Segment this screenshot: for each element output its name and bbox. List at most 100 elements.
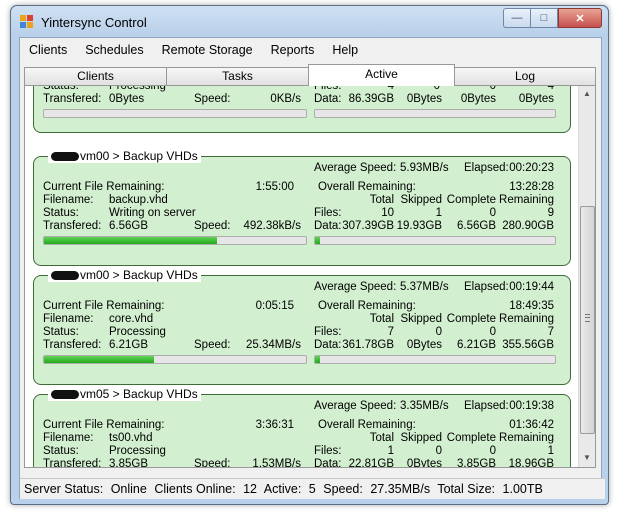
data-skipped: 0Bytes — [406, 93, 442, 105]
speed-value: 27.35MB/s — [370, 482, 431, 496]
avg-speed-value: 5.93MB/s — [400, 162, 449, 174]
status-label: Status: — [43, 445, 79, 457]
overall-remaining-value: 13:28:28 — [509, 181, 554, 193]
redacted-client-name — [51, 152, 79, 162]
app-window: Yintersync Control — □ ✕ Clients Schedul… — [10, 5, 609, 505]
col-complete: Complete — [446, 432, 496, 444]
active-jobs-panel: Status: Processing Transfered: 0Bytes Sp… — [24, 85, 596, 468]
vertical-scrollbar[interactable]: ▲ ▼ — [578, 86, 595, 467]
filename-label: Filename: — [43, 194, 94, 206]
window-title: Yintersync Control — [41, 15, 147, 30]
overall-progress-bar — [314, 236, 556, 245]
status-label: Status: — [43, 326, 79, 338]
speed-value: 25.34MB/s — [246, 339, 301, 351]
col-remaining: Remaining — [499, 313, 554, 325]
file-progress-fill — [44, 356, 155, 363]
tab-tasks[interactable]: Tasks — [166, 67, 309, 85]
speed-label: Speed: — [194, 458, 231, 468]
app-icon — [20, 15, 34, 29]
tab-log[interactable]: Log — [454, 67, 596, 85]
overall-remaining-label: Overall Remaining: — [318, 181, 416, 193]
files-complete: 0 — [489, 445, 496, 457]
data-complete: 6.56GB — [457, 220, 496, 232]
data-remaining: 0Bytes — [518, 93, 554, 105]
current-file-remaining-label: Current File Remaining: — [43, 300, 165, 312]
filename-label: Filename: — [43, 313, 94, 325]
status-label: Status: — [43, 207, 79, 219]
data-skipped: 0Bytes — [406, 339, 442, 351]
data-complete: 3.85GB — [457, 458, 496, 468]
col-skipped: Skipped — [400, 313, 442, 325]
overall-progress-fill — [315, 356, 320, 363]
files-label: Files: — [314, 326, 342, 338]
menu-schedules[interactable]: Schedules — [76, 38, 152, 62]
server-status-label: Server Status: — [24, 482, 104, 496]
status-bar: Server Status: Online Clients Online: 12… — [20, 478, 605, 499]
files-skipped: 0 — [435, 326, 442, 338]
menu-clients[interactable]: Clients — [20, 38, 76, 62]
data-complete: 6.21GB — [457, 339, 496, 351]
scroll-up-icon[interactable]: ▲ — [580, 86, 594, 102]
transfered-label: Transfered: — [43, 339, 102, 351]
speed-label: Speed: — [323, 482, 363, 496]
files-label: Files: — [314, 445, 342, 457]
minimize-button[interactable]: — — [503, 8, 530, 28]
transfered-value: 6.21GB — [109, 339, 148, 351]
close-icon: ✕ — [575, 12, 585, 25]
data-total: 307.39GB — [342, 220, 394, 232]
transfered-label: Transfered: — [43, 220, 102, 232]
col-total: Total — [369, 194, 394, 206]
data-remaining: 355.56GB — [502, 339, 554, 351]
overall-remaining-label: Overall Remaining: — [318, 300, 416, 312]
files-remaining: 9 — [547, 207, 554, 219]
data-total: 86.39GB — [348, 93, 394, 105]
data-skipped: 0Bytes — [406, 458, 442, 468]
col-skipped: Skipped — [400, 194, 442, 206]
maximize-button[interactable]: □ — [530, 8, 558, 28]
scrollbar-thumb[interactable] — [580, 206, 595, 434]
job-group: vm00 > Backup VHDs Average Speed: 5.93MB… — [33, 149, 571, 266]
maximize-icon: □ — [540, 12, 548, 24]
server-status-value: Online — [110, 482, 147, 496]
menu-help[interactable]: Help — [323, 38, 367, 62]
current-file-remaining-label: Current File Remaining: — [43, 419, 165, 431]
data-label: Data: — [314, 93, 342, 105]
files-skipped: 1 — [435, 207, 442, 219]
menu-remote-storage[interactable]: Remote Storage — [153, 38, 262, 62]
files-total: 10 — [381, 207, 394, 219]
title-bar[interactable]: Yintersync Control — □ ✕ — [11, 6, 608, 36]
redacted-client-name — [51, 390, 79, 400]
files-skipped: 0 — [435, 445, 442, 457]
tab-active[interactable]: Active — [308, 64, 455, 86]
job-group: vm00 > Backup VHDs Average Speed: 5.37MB… — [33, 268, 571, 385]
job-group: vm05 > Backup VHDs Average Speed: 3.35MB… — [33, 387, 571, 468]
col-complete: Complete — [446, 194, 496, 206]
col-total: Total — [369, 432, 394, 444]
elapsed-value: 00:19:38 — [509, 400, 554, 412]
active-value: 5 — [308, 482, 316, 496]
scroll-down-icon[interactable]: ▼ — [580, 450, 594, 466]
files-total: 7 — [387, 326, 394, 338]
avg-speed-label: Average Speed: — [314, 400, 397, 412]
speed-label: Speed: — [194, 220, 231, 232]
minimize-icon: — — [511, 12, 523, 24]
status-value: Processing — [109, 326, 166, 338]
transfered-label: Transfered: — [43, 458, 102, 468]
job-title: vm00 > Backup VHDs — [48, 149, 201, 163]
active-label: Active: — [263, 482, 302, 496]
files-remaining: 1 — [547, 445, 554, 457]
transfered-value: 6.56GB — [109, 220, 148, 232]
files-complete: 0 — [489, 85, 496, 92]
files-skipped: 0 — [433, 85, 440, 92]
current-file-remaining-value: 3:36:31 — [255, 419, 294, 431]
elapsed-value: 00:19:44 — [509, 281, 554, 293]
file-progress-bar — [43, 109, 307, 118]
tab-strip: Clients Tasks Active Log — [24, 64, 596, 86]
total-size-value: 1.00TB — [502, 482, 543, 496]
filename-value: ts00.vhd — [109, 432, 153, 444]
file-progress-bar — [43, 236, 307, 245]
close-button[interactable]: ✕ — [558, 8, 602, 28]
total-size-label: Total Size: — [437, 482, 496, 496]
menu-reports[interactable]: Reports — [262, 38, 324, 62]
tab-clients[interactable]: Clients — [24, 67, 167, 85]
